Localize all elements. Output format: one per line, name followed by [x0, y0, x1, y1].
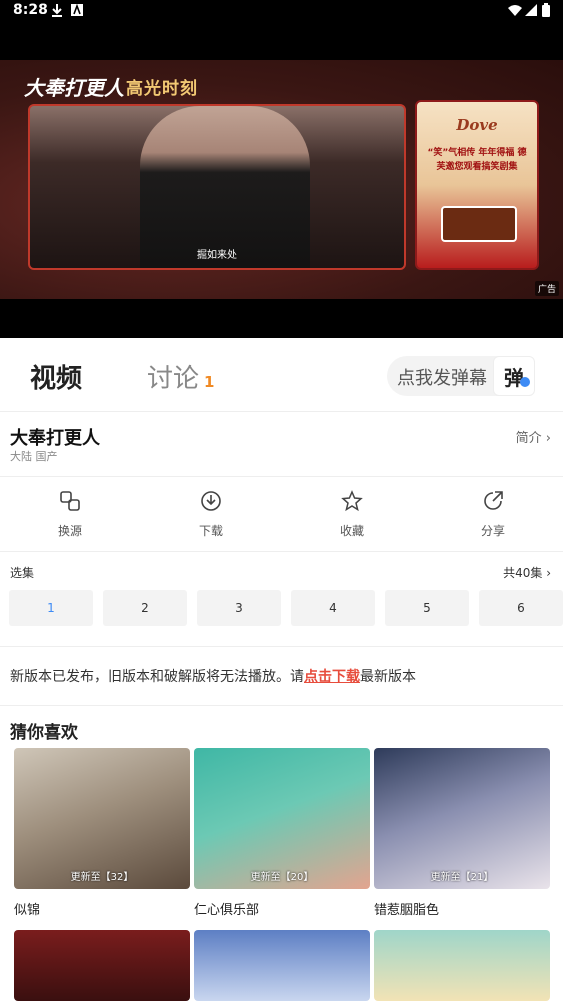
recommend-title: 仁心俱乐部 — [194, 903, 260, 918]
recommend-poster: 更新至【32】 — [14, 748, 190, 889]
switch-source-icon — [60, 491, 80, 511]
recommend-update: 更新至【20】 — [250, 872, 314, 883]
danmu-button-label: 弹 — [504, 365, 524, 390]
ad-text: “笑”气相传 年年得福 德芙邀您观看搞笑剧集 — [427, 148, 527, 172]
switch-source-button[interactable]: 换源 — [40, 490, 100, 539]
wifi-icon — [508, 5, 522, 16]
notice-text-before: 新版本已发布，旧版本和破解版将无法播放。请 — [10, 669, 304, 685]
tab-discuss[interactable]: 讨论 — [147, 358, 199, 395]
recommend-poster: 更新至【20】 — [194, 748, 370, 889]
episode-button[interactable]: 4 — [291, 590, 375, 626]
recommend-header: 猜你喜欢 — [10, 723, 78, 743]
video-frame: 掘如来处 — [28, 104, 406, 270]
status-time: 8:28 — [13, 2, 48, 18]
divider — [0, 705, 563, 706]
divider — [0, 646, 563, 647]
video-caption: 掘如来处 — [197, 250, 237, 261]
app-notification-icon — [71, 3, 83, 16]
share-button[interactable]: 分享 — [463, 490, 523, 539]
download-label: 下载 — [198, 524, 223, 538]
ad-card[interactable]: Dove “笑”气相传 年年得福 德芙邀您观看搞笑剧集 — [415, 100, 539, 270]
download-icon — [201, 491, 221, 511]
ad-product-image — [441, 206, 517, 242]
danmu-input[interactable]: 点我发弹幕 弹 — [387, 356, 535, 396]
tab-bar: 视频 讨论 1 点我发弹幕 弹 — [0, 338, 563, 412]
recommend-poster[interactable] — [374, 930, 550, 1001]
battery-icon — [542, 3, 550, 17]
switch-source-label: 换源 — [57, 524, 82, 538]
ad-logo: Dove — [456, 116, 498, 134]
danmu-toggle-button[interactable]: 弹 — [493, 356, 535, 396]
favorite-button[interactable]: 收藏 — [322, 490, 382, 539]
recommend-card[interactable]: 更新至【21】 错惹胭脂色 — [374, 748, 550, 918]
download-update-link[interactable]: 点击下载 — [304, 669, 360, 685]
divider — [0, 476, 563, 477]
notice-text-after: 最新版本 — [360, 669, 416, 685]
show-title: 大奉打更人 — [10, 428, 100, 449]
episode-button[interactable]: 3 — [197, 590, 281, 626]
episodes-total-link[interactable]: 共40集 › — [503, 564, 551, 581]
update-notice: 新版本已发布，旧版本和破解版将无法播放。请点击下载最新版本 — [10, 666, 416, 686]
recommend-title: 似锦 — [14, 903, 41, 918]
share-label: 分享 — [480, 524, 505, 538]
recommend-update: 更新至【21】 — [430, 872, 494, 883]
star-icon — [341, 490, 363, 512]
signal-icon — [525, 4, 537, 16]
discuss-count-badge: 1 — [204, 373, 215, 391]
recommend-title: 错惹胭脂色 — [374, 903, 440, 918]
video-player[interactable]: 大奉打更人 高光时刻 掘如来处 Dove “笑”气相传 年年得福 德芙邀您观看搞… — [0, 60, 563, 299]
ad-badge: 广告 — [534, 281, 559, 296]
intro-link[interactable]: 简介 › — [516, 427, 551, 446]
danmu-enabled-check-icon — [520, 377, 530, 387]
recommend-card[interactable]: 更新至【20】 仁心俱乐部 — [194, 748, 370, 918]
status-bar: 8:28 — [0, 0, 563, 22]
divider — [0, 551, 563, 552]
download-button[interactable]: 下载 — [181, 490, 241, 539]
danmu-placeholder: 点我发弹幕 — [397, 368, 487, 389]
recommend-poster[interactable] — [194, 930, 370, 1001]
episode-button[interactable]: 1 — [9, 590, 93, 626]
episode-button[interactable]: 2 — [103, 590, 187, 626]
episodes-header: 选集 — [10, 566, 35, 580]
show-meta: 大陆 国产 — [10, 450, 58, 463]
episode-button[interactable]: 6 — [479, 590, 563, 626]
video-brand-logo: 大奉打更人 — [24, 76, 124, 100]
share-icon — [484, 491, 503, 510]
video-highlight-label: 高光时刻 — [126, 79, 198, 99]
download-status-icon — [52, 4, 62, 17]
recommend-poster[interactable] — [14, 930, 190, 1001]
recommend-update: 更新至【32】 — [70, 872, 134, 883]
favorite-label: 收藏 — [339, 524, 364, 538]
recommend-card[interactable]: 更新至【32】 似锦 — [14, 748, 190, 918]
recommend-poster: 更新至【21】 — [374, 748, 550, 889]
tab-video[interactable]: 视频 — [30, 358, 82, 395]
episode-button[interactable]: 5 — [385, 590, 469, 626]
